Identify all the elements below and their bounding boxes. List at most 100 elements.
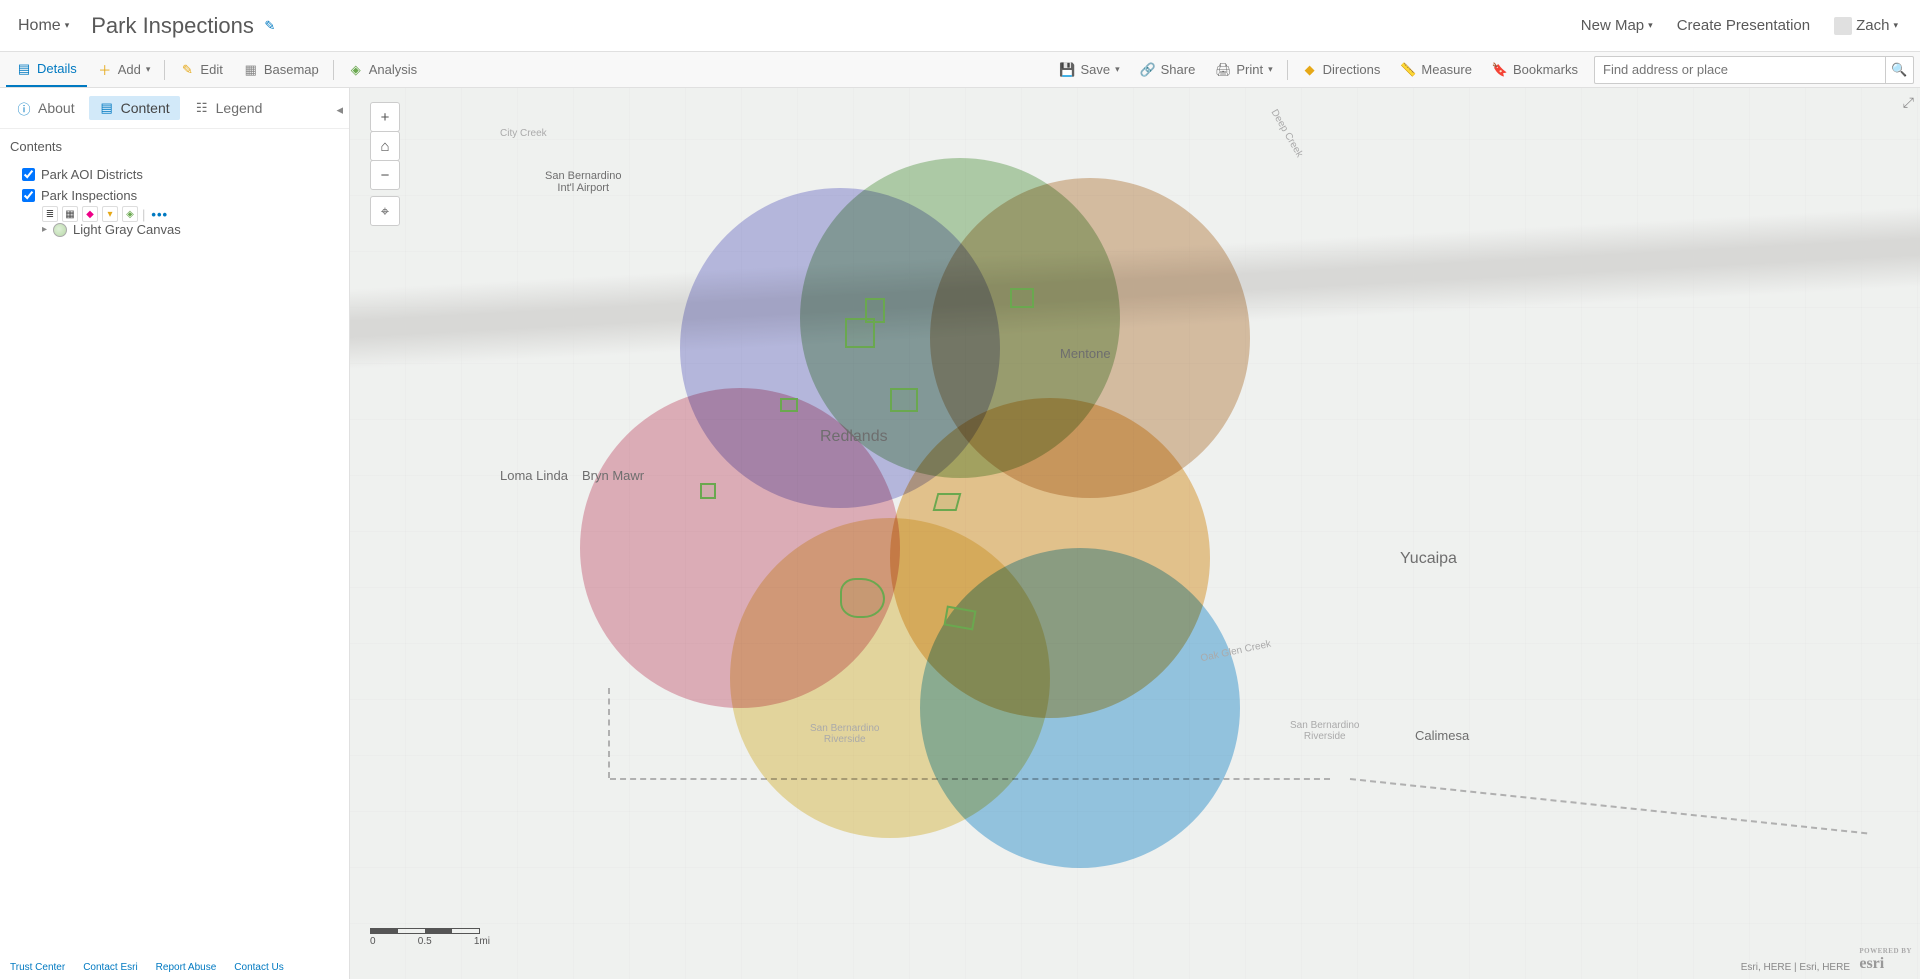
- city-label-yucaipa: Yucaipa: [1400, 550, 1457, 568]
- park-polygon[interactable]: [780, 398, 798, 412]
- details-button[interactable]: ▤ Details: [6, 52, 87, 87]
- details-icon: ▤: [16, 61, 32, 77]
- measure-button[interactable]: 📏 Measure: [1390, 52, 1482, 87]
- scale-bar: 00.51mi: [370, 928, 490, 947]
- create-presentation-button[interactable]: Create Presentation: [1665, 13, 1822, 38]
- layer-list: Park AOI Districts Park Inspections ≣ ▦ …: [0, 160, 349, 247]
- directions-icon: ◆: [1302, 62, 1318, 78]
- city-label-calimesa: Calimesa: [1415, 728, 1469, 743]
- aoi-district-circle[interactable]: [920, 548, 1240, 868]
- legend-icon: ☷: [194, 100, 210, 116]
- content-label: Content: [121, 100, 170, 116]
- edit-title-button[interactable]: ✎: [262, 18, 278, 34]
- change-style-button[interactable]: ◆: [82, 206, 98, 222]
- basemap-thumb-icon: [53, 223, 67, 237]
- layer-park-inspections[interactable]: Park Inspections: [22, 185, 339, 206]
- zoom-out-button[interactable]: −: [370, 160, 400, 190]
- contact-esri-link[interactable]: Contact Esri: [83, 962, 137, 973]
- esri-logo: POWERED BY esri: [1859, 947, 1912, 973]
- layer-checkbox[interactable]: [22, 168, 35, 181]
- print-label: Print: [1236, 62, 1263, 77]
- map-attribution: Esri, HERE | Esri, HERE: [1741, 962, 1850, 973]
- save-dropdown[interactable]: 💾 Save ▾: [1049, 52, 1129, 87]
- directions-button[interactable]: ◆ Directions: [1292, 52, 1391, 87]
- park-polygon[interactable]: [700, 483, 716, 499]
- add-label: Add: [118, 62, 141, 77]
- toolbar-separator: [1287, 60, 1288, 80]
- map-canvas[interactable]: ⤢ + ⌂ − ⌖ Redlands Loma Linda: [350, 88, 1920, 979]
- bookmarks-button[interactable]: 🔖 Bookmarks: [1482, 52, 1588, 87]
- about-label: About: [38, 100, 75, 116]
- show-legend-button[interactable]: ≣: [42, 206, 58, 222]
- measure-icon: 📏: [1400, 62, 1416, 78]
- more-options-button[interactable]: •••: [149, 207, 170, 222]
- map-nav-controls: + ⌂ − ⌖: [370, 102, 400, 226]
- minus-icon: −: [381, 167, 390, 184]
- layer-checkbox[interactable]: [22, 189, 35, 202]
- expand-toggle[interactable]: ▸: [42, 224, 47, 235]
- park-polygon[interactable]: [933, 493, 962, 511]
- legend-icon: ≣: [46, 209, 54, 220]
- chevron-down-icon: ▾: [1648, 20, 1653, 31]
- report-abuse-link[interactable]: Report Abuse: [156, 962, 217, 973]
- show-table-button[interactable]: ▦: [62, 206, 78, 222]
- layer-label: Light Gray Canvas: [73, 222, 181, 237]
- save-icon: 💾: [1059, 62, 1075, 78]
- park-polygon[interactable]: [840, 578, 885, 618]
- print-dropdown[interactable]: 🖨 Print ▾: [1205, 52, 1282, 87]
- edit-button[interactable]: ✎ Edit: [169, 52, 232, 87]
- pencil-icon: ✎: [262, 18, 278, 34]
- panel-tabs: ⓘ About ▤ Content ☷ Legend ◂: [0, 88, 349, 129]
- share-button[interactable]: 🔗 Share: [1130, 52, 1206, 87]
- zoom-in-button[interactable]: +: [370, 102, 400, 132]
- tab-content[interactable]: ▤ Content: [89, 96, 180, 120]
- info-icon: ⓘ: [16, 100, 32, 116]
- contents-panel: ⓘ About ▤ Content ☷ Legend ◂ Contents Pa…: [0, 88, 350, 979]
- county-label: San BernardinoRiverside: [1290, 720, 1360, 742]
- measure-label: Measure: [1421, 62, 1472, 77]
- perform-analysis-button[interactable]: ◈: [122, 206, 138, 222]
- panel-resize-handle[interactable]: [350, 534, 351, 564]
- new-map-dropdown[interactable]: New Map ▾: [1569, 13, 1665, 38]
- search-icon: 🔍: [1892, 62, 1908, 78]
- bookmarks-icon: 🔖: [1492, 62, 1508, 78]
- park-polygon[interactable]: [890, 388, 918, 412]
- park-polygon[interactable]: [865, 298, 885, 323]
- basemap-button[interactable]: ▦ Basemap: [233, 52, 329, 87]
- analysis-button[interactable]: ◈ Analysis: [338, 52, 427, 87]
- pencil-icon: ✎: [179, 62, 195, 78]
- share-label: Share: [1161, 62, 1196, 77]
- trust-center-link[interactable]: Trust Center: [10, 962, 65, 973]
- user-menu[interactable]: Zach ▾: [1822, 13, 1910, 39]
- search-button[interactable]: 🔍: [1885, 56, 1913, 84]
- basemap-label: Basemap: [264, 62, 319, 77]
- layer-park-aoi-districts[interactable]: Park AOI Districts: [22, 164, 339, 185]
- create-presentation-label: Create Presentation: [1677, 17, 1810, 34]
- locate-button[interactable]: ⌖: [370, 196, 400, 226]
- tab-about[interactable]: ⓘ About: [6, 96, 85, 120]
- avatar-icon: [1834, 17, 1852, 35]
- style-icon: ◆: [86, 209, 94, 220]
- add-dropdown[interactable]: ＋ Add ▾: [87, 52, 161, 87]
- basemap-icon: ▦: [243, 62, 259, 78]
- home-label: Home: [18, 17, 61, 35]
- park-polygon[interactable]: [1010, 288, 1034, 308]
- contact-us-link[interactable]: Contact Us: [234, 962, 283, 973]
- home-dropdown[interactable]: Home ▾: [10, 13, 77, 39]
- collapse-panel-button[interactable]: ◂: [336, 102, 343, 118]
- home-extent-button[interactable]: ⌂: [370, 131, 400, 161]
- search-container: 🔍: [1594, 56, 1914, 84]
- footer-links: Trust Center Contact Esri Report Abuse C…: [10, 962, 284, 973]
- chevron-down-icon: ▾: [65, 20, 70, 31]
- table-icon: ▦: [65, 209, 74, 220]
- layer-light-gray-canvas[interactable]: ▸ Light Gray Canvas: [22, 222, 339, 237]
- fullscreen-button[interactable]: ⤢: [1903, 94, 1914, 111]
- user-name: Zach: [1856, 17, 1889, 34]
- search-input[interactable]: [1595, 62, 1885, 77]
- filter-button[interactable]: ▾: [102, 206, 118, 222]
- tab-legend[interactable]: ☷ Legend: [184, 96, 273, 120]
- county-label: San BernardinoRiverside: [810, 723, 880, 745]
- city-label-loma-linda: Loma Linda: [500, 468, 568, 483]
- tool-separator: |: [142, 207, 145, 222]
- layer-label: Park Inspections: [41, 188, 137, 203]
